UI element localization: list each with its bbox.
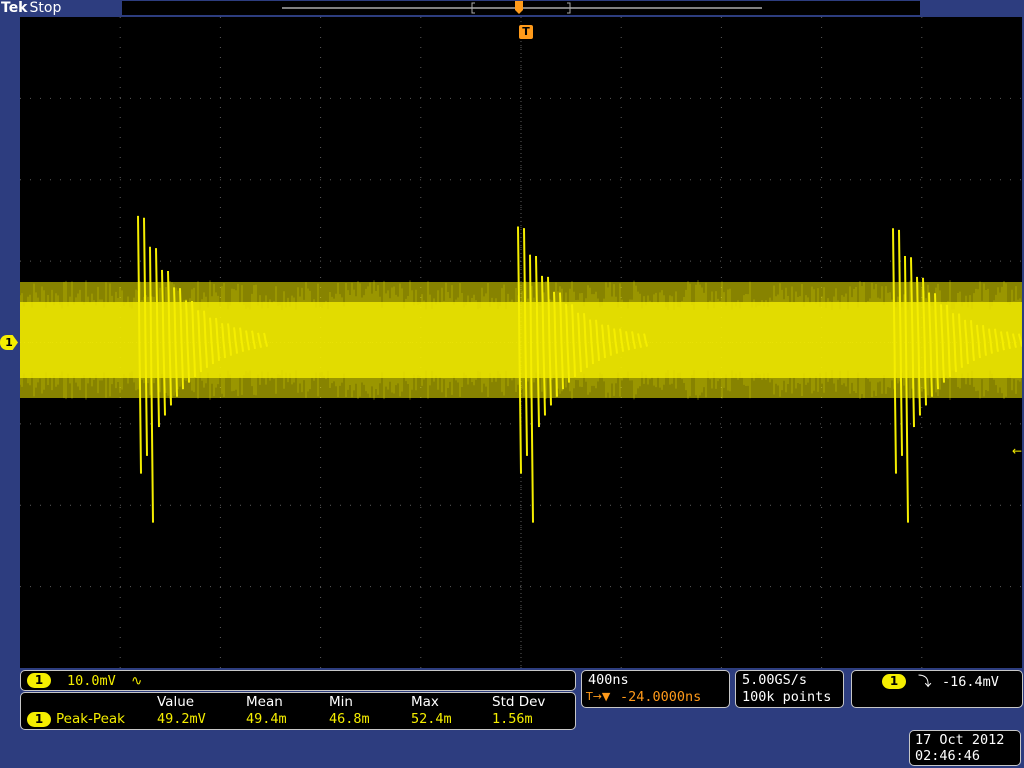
datetime-readout: 17 Oct 2012 02:46:46 <box>909 730 1021 766</box>
coupling-icon: ∿ <box>131 673 143 689</box>
trigger-level-marker[interactable]: ← <box>1012 444 1022 458</box>
horizontal-delay: -24.0000ns <box>620 689 702 705</box>
measurement-panel[interactable]: Value Mean Min Max Std Dev 1 Peak-Peak 4… <box>20 692 576 730</box>
trigger-level: -16.4mV <box>942 674 999 690</box>
measure-header-stddev: Std Dev <box>492 694 546 710</box>
measure-mean: 49.4m <box>246 711 287 727</box>
acquisition-readout[interactable]: 5.00GS/s 100k points <box>735 670 844 708</box>
measure-header-min: Min <box>329 694 353 710</box>
acquisition-status: Stop <box>29 0 62 16</box>
measure-header-mean: Mean <box>246 694 283 710</box>
record-length: 100k points <box>742 689 832 705</box>
trigger-position-marker[interactable]: T <box>519 25 533 39</box>
horizontal-scale: 400ns <box>588 672 629 688</box>
sample-rate: 5.00GS/s <box>742 672 808 688</box>
record-view-bar[interactable] <box>122 1 920 15</box>
waveform-graticule <box>20 17 1022 668</box>
date: 17 Oct 2012 <box>915 732 1005 748</box>
brand-tek: Tek <box>1 0 28 16</box>
measure-max: 52.4m <box>411 711 452 727</box>
trigger-position-label: T <box>522 25 530 38</box>
measure-header-value: Value <box>157 694 195 710</box>
timebase-readout[interactable]: 400ns T→▼ -24.0000ns <box>581 670 730 708</box>
measure-value: 49.2mV <box>157 711 206 727</box>
measure-stddev: 1.56m <box>492 711 533 727</box>
trigger-readout[interactable]: 1 ⤵ -16.4mV <box>851 670 1023 708</box>
measure-channel-badge: 1 <box>27 712 51 727</box>
measure-type: Peak-Peak <box>56 711 125 727</box>
time: 02:46:46 <box>915 748 981 764</box>
waveform-display[interactable] <box>20 17 1022 668</box>
channel-scale: 10.0mV <box>67 673 116 689</box>
channel-scale-readout[interactable]: 1 10.0mV ∿ <box>20 670 576 691</box>
measure-header-max: Max <box>411 694 439 710</box>
trigger-source-badge: 1 <box>882 674 906 689</box>
channel-1-ground-marker[interactable]: 1 <box>0 335 18 350</box>
falling-edge-icon: ⤵ <box>918 674 932 690</box>
channel-1-marker-label: 1 <box>5 336 13 349</box>
brand-label: Tek Stop <box>0 0 61 17</box>
record-view-graphic <box>282 1 762 14</box>
channel-badge: 1 <box>27 673 51 688</box>
delay-icon: T→▼ <box>586 690 611 703</box>
measure-min: 46.8m <box>329 711 370 727</box>
